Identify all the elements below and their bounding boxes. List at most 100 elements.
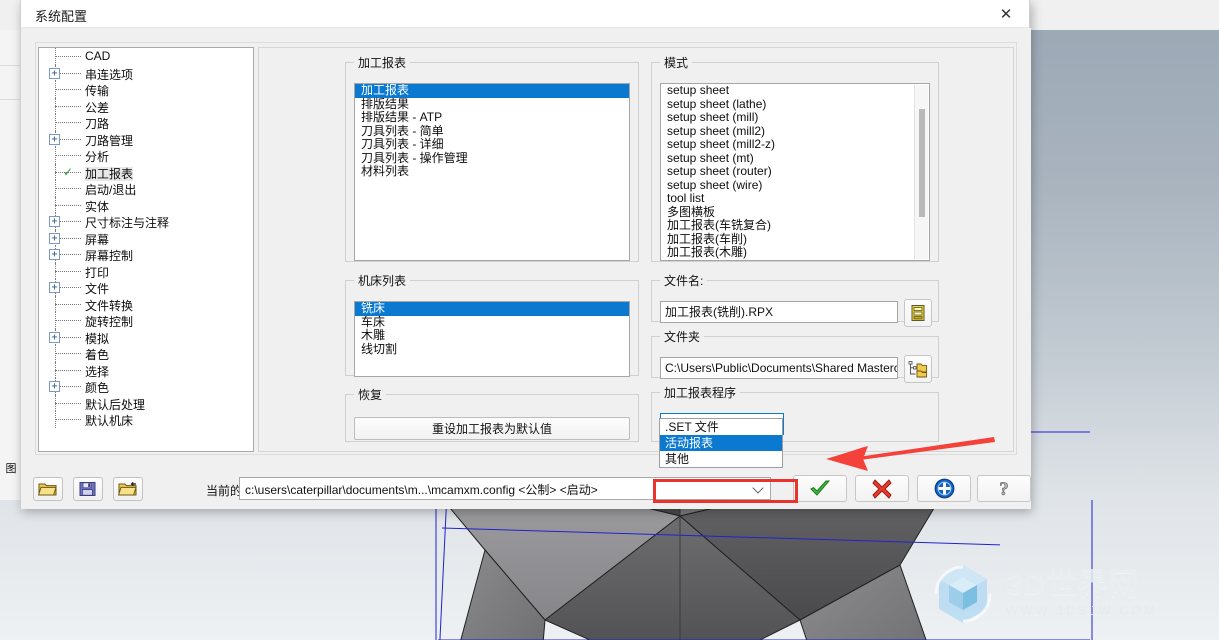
red-x-icon xyxy=(872,478,892,499)
report-item-4[interactable]: 刀具列表 - 详细 xyxy=(355,137,629,152)
tree-item-21[interactable]: 默认后处理 xyxy=(39,394,253,412)
tree-item-13[interactable]: 打印 xyxy=(39,262,253,280)
tree-item-label: 启动/退出 xyxy=(85,183,137,197)
report-listbox[interactable]: 加工报表 排版结果 排版结果 - ATP 刀具列表 - 简单 刀具列表 - 详细 刀具列表… xyxy=(354,83,630,261)
tree-spine xyxy=(55,163,56,180)
tree-item-0[interactable]: CAD xyxy=(39,48,253,65)
filename-input[interactable]: 加工报表(铣削).RPX xyxy=(660,301,898,323)
mode-item-3[interactable]: setup sheet (mill2) xyxy=(661,124,929,139)
mode-item-8[interactable]: tool list xyxy=(661,191,929,206)
question-mark-icon: ? xyxy=(999,479,1009,499)
tree-item-15[interactable]: 文件转换 xyxy=(39,295,253,313)
tree-spine xyxy=(55,180,56,197)
tree-expander-icon[interactable]: + xyxy=(49,67,60,79)
ok-button[interactable] xyxy=(793,475,847,502)
program-option-1[interactable]: 活动报表 xyxy=(660,435,782,451)
tree-item-1[interactable]: + 串连选项 xyxy=(39,64,253,82)
dialog-body: CAD + 串连选项传输 公差 刀路 + 刀路管理 分析 ✓ 加工报表启动/退出 实体 + 尺寸标注与注… xyxy=(21,28,1031,509)
tree-item-10[interactable]: + 尺寸标注与注释 xyxy=(39,213,253,230)
mode-item-13[interactable]: 加工报表(铣削) xyxy=(661,259,929,260)
tree-item-8[interactable]: 启动/退出 xyxy=(39,180,253,197)
tree-item-9[interactable]: 实体 xyxy=(39,196,253,214)
mode-item-4[interactable]: setup sheet (mill2-z) xyxy=(661,137,929,152)
scrollbar-thumb[interactable] xyxy=(919,109,925,217)
tree-item-22[interactable]: 默认机床 xyxy=(39,411,253,428)
mode-item-2[interactable]: setup sheet (mill) xyxy=(661,110,929,125)
tree-item-2[interactable]: 传输 xyxy=(39,81,253,98)
tree-item-6[interactable]: 分析 xyxy=(39,147,253,164)
tree-expander-icon[interactable]: + xyxy=(49,249,60,260)
save-disk-icon[interactable] xyxy=(73,477,103,501)
cancel-button[interactable] xyxy=(855,475,909,502)
mode-item-9[interactable]: 多图横板 xyxy=(661,205,929,220)
report-item-5[interactable]: 刀具列表 - 操作管理 xyxy=(355,151,629,166)
tree-item-label: 传输 xyxy=(85,84,110,98)
mode-listbox[interactable]: setup sheet setup sheet (lathe) setup shee… xyxy=(660,83,930,261)
tree-item-3[interactable]: 公差 xyxy=(39,97,253,115)
tree-item-label: 着色 xyxy=(85,348,110,362)
add-button[interactable] xyxy=(917,475,971,502)
tree-item-20[interactable]: + 颜色 xyxy=(39,378,253,395)
open-folder-back-icon[interactable] xyxy=(113,477,143,501)
tree-item-16[interactable]: 旋转控制 xyxy=(39,312,253,329)
report-group-legend: 加工报表 xyxy=(358,56,407,70)
cube-hexagon-logo-icon xyxy=(934,565,992,623)
watermark-text: 3D世界网 WWW.3DSJW.COM xyxy=(1006,570,1158,618)
tree-expander-icon[interactable]: + xyxy=(49,381,60,392)
mode-item-1[interactable]: setup sheet (lathe) xyxy=(661,97,929,112)
machine-item-2[interactable]: 木雕 xyxy=(355,328,629,343)
tree-item-5[interactable]: + 刀路管理 xyxy=(39,130,253,148)
tree-expander-icon[interactable]: + xyxy=(49,232,60,244)
tree-item-18[interactable]: 着色 xyxy=(39,345,253,362)
folder-input[interactable]: C:\Users\Public\Documents\Shared Masterc… xyxy=(660,357,898,379)
program-option-0[interactable]: .SET 文件 xyxy=(660,419,782,435)
tree-expander-icon[interactable]: + xyxy=(49,331,60,343)
mode-listbox-scrollbar[interactable] xyxy=(914,85,928,259)
reset-report-defaults-button[interactable]: 重设加工报表为默认值 xyxy=(354,417,630,440)
tree-item-label: 默认机床 xyxy=(85,414,134,428)
tree-item-label: 刀路管理 xyxy=(85,133,134,148)
machine-item-1[interactable]: 车床 xyxy=(355,315,629,330)
close-icon[interactable]: ✕ xyxy=(983,0,1029,28)
tree-expander-icon[interactable]: + xyxy=(49,216,60,227)
tree-item-11[interactable]: + 屏幕 xyxy=(39,229,253,247)
machine-item-0[interactable]: 铣床 xyxy=(355,302,629,316)
report-item-6[interactable]: 材料列表 xyxy=(355,164,629,179)
mode-item-0[interactable]: setup sheet xyxy=(661,84,929,98)
program-dropdown-list[interactable]: .SET 文件 活动报表 其他 xyxy=(659,418,783,468)
config-path-combobox[interactable]: c:\users\caterpillar\documents\m...\mcam… xyxy=(239,477,771,500)
mode-item-7[interactable]: setup sheet (wire) xyxy=(661,178,929,193)
report-item-3[interactable]: 刀具列表 - 简单 xyxy=(355,124,629,139)
tree-spine xyxy=(55,81,56,98)
mode-item-12[interactable]: 加工报表(木雕) xyxy=(661,245,929,260)
settings-tree[interactable]: CAD + 串连选项传输 公差 刀路 + 刀路管理 分析 ✓ 加工报表启动/退出 实体 + 尺寸标注与注… xyxy=(38,47,254,452)
mode-item-11[interactable]: 加工报表(车削) xyxy=(661,232,929,247)
tree-item-14[interactable]: + 文件 xyxy=(39,279,253,296)
folder-browse-icon[interactable] xyxy=(904,355,932,383)
mode-item-6[interactable]: setup sheet (router) xyxy=(661,164,929,179)
report-item-1[interactable]: 排版结果 xyxy=(355,97,629,112)
help-button[interactable]: ? xyxy=(977,475,1031,502)
program-option-2[interactable]: 其他 xyxy=(660,451,782,467)
report-item-2[interactable]: 排版结果 - ATP xyxy=(355,110,629,125)
tree-spine xyxy=(55,345,56,362)
tree-expander-icon[interactable]: + xyxy=(49,282,60,293)
tree-expander-icon[interactable]: + xyxy=(49,133,60,145)
file-browse-icon[interactable] xyxy=(904,299,932,327)
machine-listbox[interactable]: 铣床 车床 木雕 线切割 xyxy=(354,301,630,377)
tree-item-17[interactable]: + 模拟 xyxy=(39,328,253,346)
tree-item-4[interactable]: 刀路 xyxy=(39,114,253,131)
mode-item-5[interactable]: setup sheet (mt) xyxy=(661,151,929,166)
mode-item-10[interactable]: 加工报表(车铣复合) xyxy=(661,218,929,233)
tree-item-12[interactable]: + 屏幕控制 xyxy=(39,246,253,263)
red-arrow-icon xyxy=(826,437,995,471)
tree-item-label: 尺寸标注与注释 xyxy=(85,216,170,230)
tree-item-7[interactable]: ✓ 加工报表 xyxy=(39,163,253,181)
report-item-0[interactable]: 加工报表 xyxy=(355,84,629,98)
folder-group-legend: 文件夹 xyxy=(664,330,701,344)
open-folder-icon[interactable] xyxy=(33,477,63,501)
tree-spine xyxy=(55,394,56,411)
tree-item-19[interactable]: 选择 xyxy=(39,361,253,379)
filename-group-legend: 文件名: xyxy=(664,274,704,288)
machine-item-3[interactable]: 线切割 xyxy=(355,342,629,357)
